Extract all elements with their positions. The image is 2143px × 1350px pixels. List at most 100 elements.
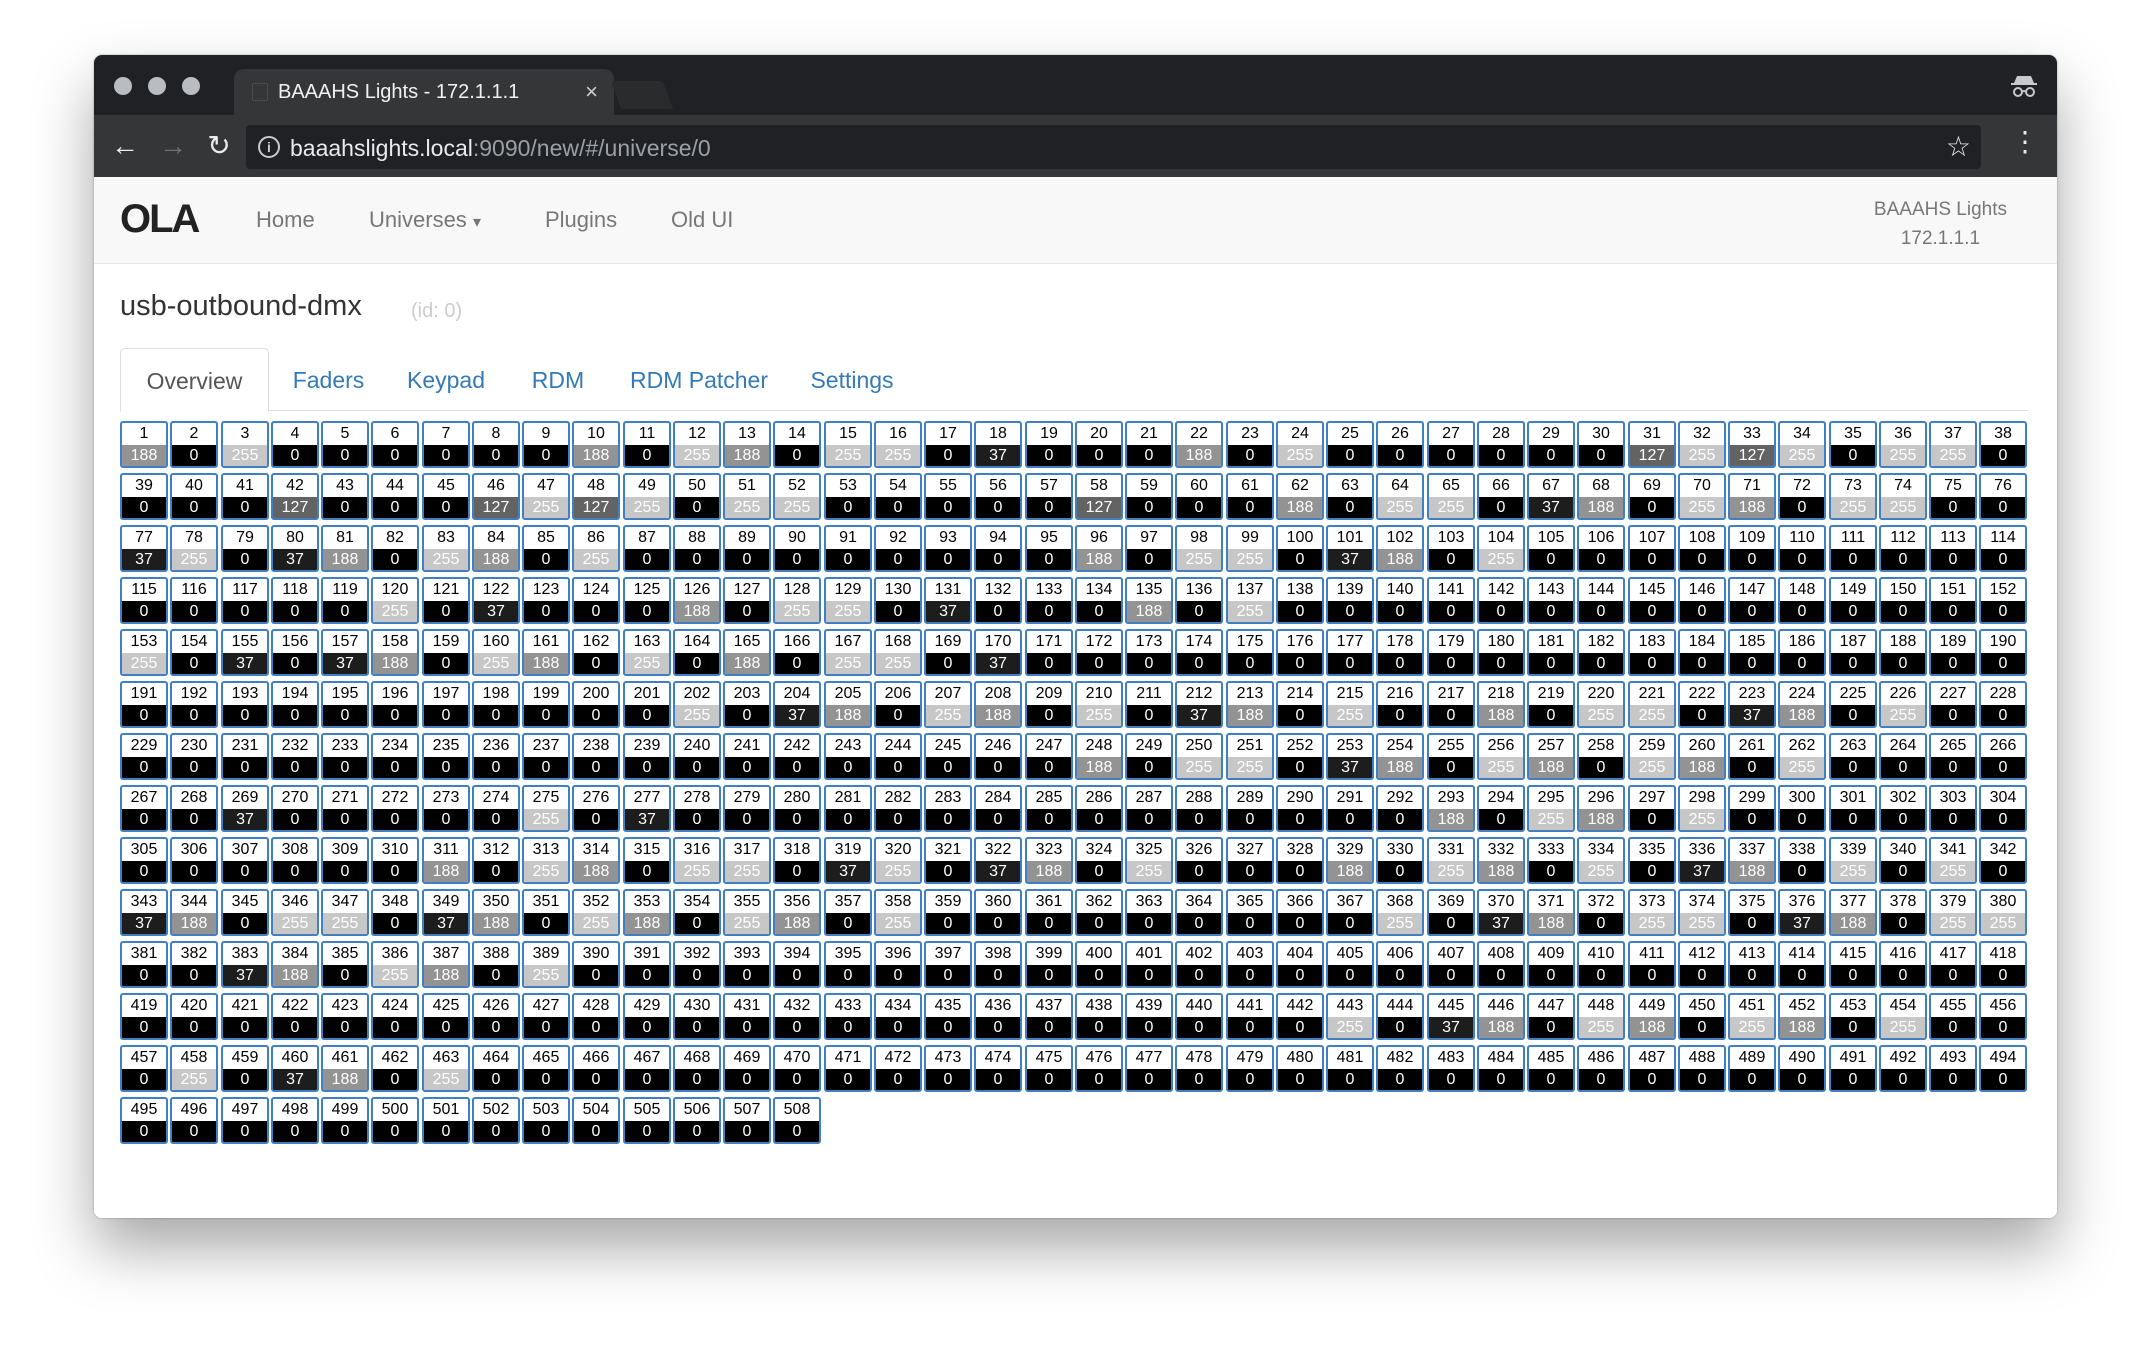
channel-value: 0 — [1579, 1069, 1623, 1090]
dmx-channel-cell: 209 0 — [1025, 681, 1073, 728]
dmx-channel-cell: 409 0 — [1527, 941, 1575, 988]
back-arrow-icon[interactable]: ← — [108, 129, 142, 163]
nav-old-ui-link[interactable]: Old UI — [671, 207, 733, 233]
dmx-channel-cell: 289 0 — [1226, 785, 1274, 832]
channel-number: 305 — [130, 841, 158, 858]
channel-value: 0 — [1429, 1069, 1473, 1090]
channel-number: 302 — [1889, 789, 1917, 806]
dmx-channel-cell: 35 0 — [1829, 421, 1877, 468]
dmx-channel-cell: 156 0 — [271, 629, 319, 676]
dmx-channel-cell: 268 0 — [170, 785, 218, 832]
dmx-channel-cell: 254 188 — [1376, 733, 1424, 780]
channel-number: 49 — [638, 477, 656, 494]
channel-number: 1 — [139, 425, 149, 442]
channel-value: 255 — [1278, 445, 1322, 466]
channel-value: 0 — [273, 705, 317, 726]
browser-menu-icon[interactable]: ⋮ — [2011, 127, 2039, 157]
channel-value: 188 — [725, 445, 769, 466]
channel-value: 0 — [1529, 601, 1573, 622]
channel-number: 288 — [1185, 789, 1213, 806]
channel-value: 37 — [625, 809, 669, 830]
dmx-channel-cell: 98 255 — [1175, 525, 1223, 572]
channel-number: 24 — [1291, 425, 1309, 442]
channel-value: 188 — [1479, 861, 1523, 882]
tab-rdm-patcher[interactable]: RDM Patcher — [610, 348, 788, 411]
dmx-channel-cell: 92 0 — [874, 525, 922, 572]
address-bar[interactable]: i baaahslights.local:9090/new/#/universe… — [246, 125, 1981, 169]
maximize-window-button[interactable] — [182, 77, 200, 95]
reload-icon[interactable]: ↻ — [202, 129, 236, 163]
channel-value: 0 — [1278, 601, 1322, 622]
channel-value: 0 — [1881, 549, 1925, 570]
channel-number: 43 — [336, 477, 354, 494]
channel-value: 37 — [976, 445, 1020, 466]
dmx-channel-cell: 476 0 — [1075, 1045, 1123, 1092]
channel-number: 441 — [1236, 997, 1264, 1014]
channel-value: 255 — [1680, 445, 1724, 466]
dmx-channel-cell: 22 188 — [1175, 421, 1223, 468]
channel-value: 255 — [373, 601, 417, 622]
dmx-channel-cell: 139 0 — [1326, 577, 1374, 624]
tab-overview[interactable]: Overview — [120, 348, 269, 412]
nav-plugins-link[interactable]: Plugins — [545, 207, 617, 233]
channel-value: 0 — [775, 445, 819, 466]
channel-number: 497 — [231, 1101, 259, 1118]
channel-number: 368 — [1386, 893, 1414, 910]
close-window-button[interactable] — [114, 77, 132, 95]
dmx-channel-cell: 208 188 — [974, 681, 1022, 728]
channel-value: 0 — [1328, 653, 1372, 674]
channel-value: 0 — [1127, 705, 1171, 726]
channel-number: 158 — [381, 633, 409, 650]
channel-value: 0 — [1027, 1017, 1071, 1038]
channel-number: 93 — [939, 529, 957, 546]
tab-settings[interactable]: Settings — [790, 348, 914, 411]
channel-number: 391 — [633, 945, 661, 962]
channel-value: 0 — [172, 601, 216, 622]
nav-home-link[interactable]: Home — [256, 207, 315, 233]
channel-number: 220 — [1587, 685, 1615, 702]
dmx-channel-cell: 177 0 — [1326, 629, 1374, 676]
channel-number: 367 — [1336, 893, 1364, 910]
channel-number: 328 — [1286, 841, 1314, 858]
dmx-channel-cell: 245 0 — [924, 733, 972, 780]
channel-value: 0 — [1831, 757, 1875, 778]
dmx-channel-cell: 141 0 — [1427, 577, 1475, 624]
channel-number: 486 — [1587, 1049, 1615, 1066]
tab-rdm[interactable]: RDM — [508, 348, 608, 411]
channel-number: 480 — [1286, 1049, 1314, 1066]
channel-value: 0 — [1127, 1069, 1171, 1090]
tab-keypad[interactable]: Keypad — [386, 348, 506, 411]
nav-universes-dropdown[interactable]: Universes ▾ — [369, 207, 481, 233]
channel-number: 300 — [1788, 789, 1816, 806]
ola-logo[interactable]: OLA — [120, 197, 200, 242]
star-icon[interactable]: ☆ — [1946, 130, 1971, 163]
channel-value: 188 — [474, 549, 518, 570]
dmx-channel-cell: 23 0 — [1226, 421, 1274, 468]
channel-number: 18 — [989, 425, 1007, 442]
channel-number: 294 — [1487, 789, 1515, 806]
channel-value: 0 — [1429, 705, 1473, 726]
channel-value: 0 — [1077, 601, 1121, 622]
dmx-channel-cell: 201 0 — [623, 681, 671, 728]
channel-value: 0 — [172, 705, 216, 726]
dmx-channel-cell: 285 0 — [1025, 785, 1073, 832]
channel-value: 255 — [1328, 705, 1372, 726]
info-icon[interactable]: i — [258, 136, 280, 158]
minimize-window-button[interactable] — [148, 77, 166, 95]
channel-number: 460 — [281, 1049, 309, 1066]
page-favicon-icon — [252, 83, 268, 101]
dmx-channel-cell: 259 255 — [1628, 733, 1676, 780]
dmx-channel-cell: 507 0 — [723, 1097, 771, 1144]
channel-number: 161 — [532, 633, 560, 650]
forward-arrow-icon[interactable]: → — [156, 129, 190, 163]
channel-number: 38 — [1994, 425, 2012, 442]
channel-value: 255 — [1780, 445, 1824, 466]
tab-close-icon[interactable]: × — [585, 79, 598, 105]
browser-tab[interactable]: BAAAHS Lights - 172.1.1.1 × — [234, 69, 614, 115]
new-tab-button[interactable] — [610, 81, 674, 109]
tab-faders[interactable]: Faders — [272, 348, 385, 411]
dmx-channel-cell: 494 0 — [1979, 1045, 2027, 1092]
channel-number: 54 — [889, 477, 907, 494]
channel-number: 445 — [1437, 997, 1465, 1014]
dmx-channel-cell: 227 0 — [1929, 681, 1977, 728]
